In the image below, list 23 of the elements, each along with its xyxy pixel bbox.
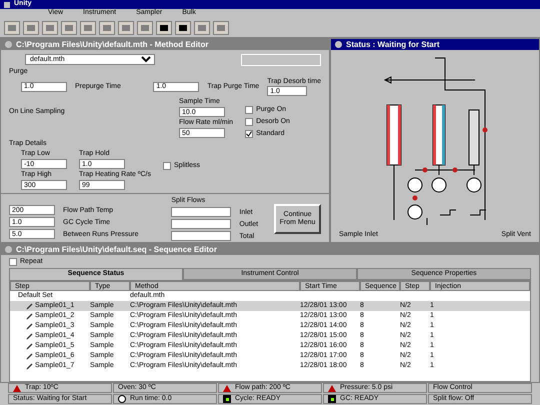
checkmark-icon: [246, 130, 252, 136]
input-field[interactable]: [171, 219, 232, 229]
window-icon: [5, 41, 12, 48]
checkbox[interactable]: [245, 130, 254, 138]
warning-icon: [223, 384, 231, 392]
panel-title: C:\Program Files\Unity\default.mth - Method Editor: [16, 38, 208, 50]
window-icon: [5, 246, 12, 253]
checkbox[interactable]: [245, 118, 254, 126]
panel-title: Status : Waiting for Start: [346, 38, 440, 50]
window-icon: [335, 41, 342, 48]
input-field[interactable]: [171, 207, 232, 217]
warning-icon: [328, 384, 336, 392]
input-field[interactable]: [171, 231, 232, 241]
toolbar-icon[interactable]: [156, 20, 172, 34]
checkbox[interactable]: [9, 258, 17, 266]
checkbox[interactable]: [162, 162, 171, 170]
checkbox[interactable]: [245, 106, 254, 114]
warning-icon: [13, 384, 21, 392]
indicator-icon: [223, 395, 231, 403]
toolbar-icon[interactable]: [175, 20, 191, 34]
panel-title: C:\Program Files\Unity\default.seq - Sequence Editor: [16, 244, 217, 256]
clock-icon: [118, 395, 126, 403]
indicator-icon: [328, 395, 336, 403]
